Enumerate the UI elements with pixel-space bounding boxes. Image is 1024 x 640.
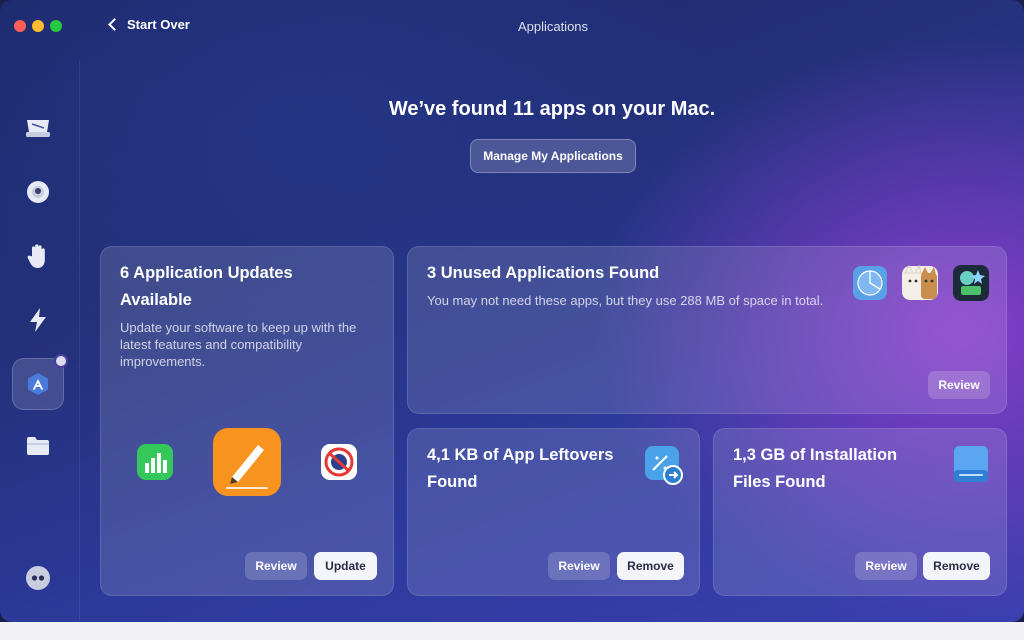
lightning-icon [30, 308, 46, 332]
leftovers-title: 4,1 KB of App Leftovers Found [427, 446, 614, 491]
sidebar-item-privacy[interactable] [14, 232, 62, 280]
sidebar-item-files[interactable] [14, 422, 62, 470]
disk-cleanup-icon [26, 120, 50, 137]
sidebar [0, 60, 80, 620]
unused-review-button[interactable]: Review [928, 371, 990, 399]
app-store-icon [28, 373, 48, 395]
unused-apps-card: 3 Unused Applications Found You may not … [407, 246, 1007, 414]
installation-review-button[interactable]: Review [855, 552, 917, 580]
results-headline: We’ve found 11 apps on your Mac. [388, 98, 716, 120]
update-button[interactable]: Update [314, 552, 377, 580]
updates-title: 6 Application Updates Available [120, 264, 293, 309]
unused-description: You may not need these apps, but they us… [427, 293, 824, 308]
assistant-icon [26, 566, 50, 590]
window-title: Applications [517, 19, 589, 34]
installation-title: 1,3 GB of Installation Files Found [733, 446, 898, 491]
blocker-icon [320, 443, 358, 481]
folder-icon [27, 437, 49, 455]
leftovers-remove-button[interactable]: Remove [617, 552, 684, 580]
hand-icon [27, 244, 45, 268]
installer-disk-icon [951, 444, 991, 486]
assistant-button[interactable] [14, 554, 62, 602]
leftovers-review-button[interactable]: Review [548, 552, 610, 580]
leftovers-icon [643, 444, 685, 486]
sidebar-item-performance[interactable] [14, 296, 62, 344]
safari-like-icon [852, 265, 888, 301]
desktop-background [0, 622, 1024, 640]
installation-remove-button[interactable]: Remove [923, 552, 990, 580]
updates-review-button[interactable]: Review [245, 552, 307, 580]
sidebar-item-cleanup[interactable] [14, 104, 62, 152]
sidebar-item-applications[interactable] [12, 354, 68, 410]
manage-applications-button[interactable]: Manage My Applications [470, 139, 636, 173]
notification-badge [54, 354, 68, 368]
app-window: Start Over Applications We’ve found 11 a… [0, 0, 1024, 622]
installation-files-card: 1,3 GB of Installation Files Found Revie… [713, 428, 1007, 596]
sidebar-item-protection[interactable] [14, 168, 62, 216]
shield-dot-icon [27, 181, 49, 203]
cats-icon [901, 263, 939, 301]
numbers-icon [136, 443, 174, 481]
unused-title: 3 Unused Applications Found [427, 264, 660, 282]
pages-icon [212, 427, 282, 497]
leftovers-card: 4,1 KB of App Leftovers Found Review Rem… [407, 428, 700, 596]
updates-card: 6 Application Updates Available Update y… [100, 246, 394, 596]
updates-description: Update your software to keep up with the… [120, 320, 357, 369]
money-app-icon [952, 264, 990, 302]
